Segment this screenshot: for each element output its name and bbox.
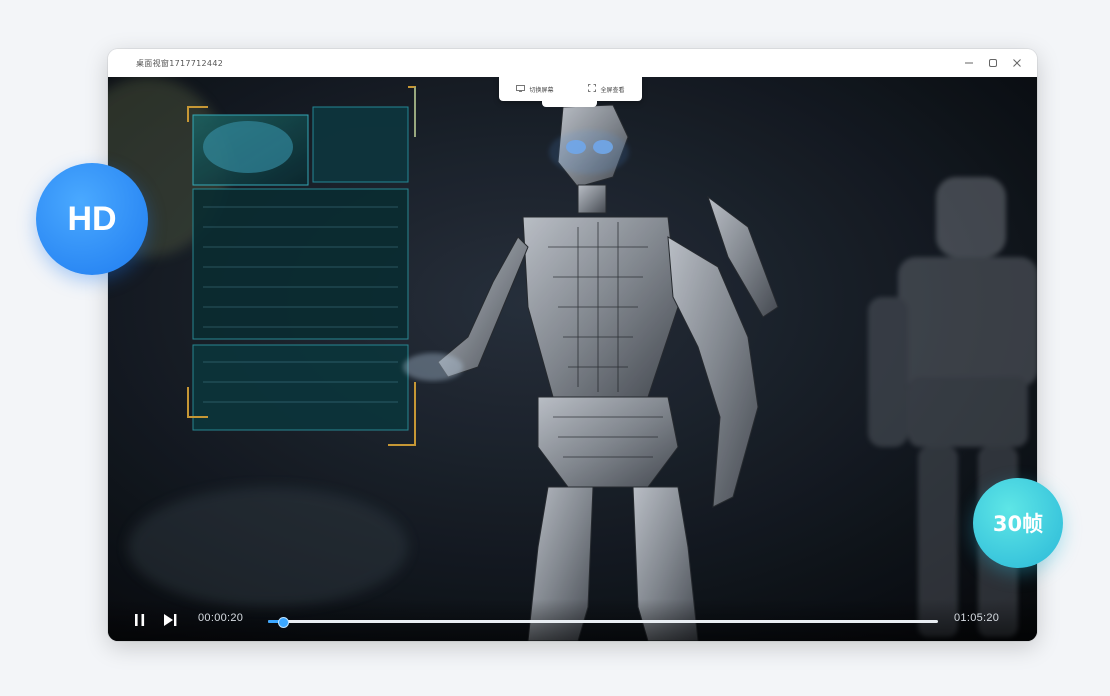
fullscreen-icon: [588, 84, 597, 94]
window-controls: [963, 49, 1023, 77]
progress-bar[interactable]: [268, 617, 938, 628]
player-window: 桌面视窗1717712442 切换屏幕 全屏查看 00:00:20 01:05:…: [108, 49, 1037, 641]
maximize-icon[interactable]: [987, 57, 999, 69]
pause-icon[interactable]: [132, 612, 148, 628]
minimize-icon[interactable]: [963, 57, 975, 69]
total-time: 01:05:20: [954, 612, 1000, 624]
hd-badge: HD: [36, 163, 148, 275]
top-floating-menu: 切换屏幕 全屏查看: [499, 77, 642, 101]
window-title: 桌面视窗1717712442: [136, 58, 224, 68]
fps-badge: 30帧: [973, 478, 1063, 568]
fullscreen-label: 全屏查看: [600, 87, 625, 94]
switch-screen-label: 切换屏幕: [529, 87, 554, 94]
video-area[interactable]: 切换屏幕 全屏查看 00:00:20 01:05:20: [108, 77, 1037, 641]
title-bar[interactable]: 桌面视窗1717712442: [108, 49, 1037, 77]
current-time: 00:00:20: [198, 612, 244, 624]
close-icon[interactable]: [1011, 57, 1023, 69]
player-controls: 00:00:20 01:05:20: [108, 599, 1037, 641]
switch-screen-button[interactable]: 切换屏幕: [516, 84, 554, 94]
progress-handle[interactable]: [278, 617, 290, 628]
next-icon[interactable]: [162, 612, 178, 628]
menu-pull-tab[interactable]: [542, 101, 597, 107]
fullscreen-button[interactable]: 全屏查看: [588, 84, 625, 94]
screen-switch-icon: [516, 84, 526, 94]
video-frame: [108, 77, 1037, 641]
